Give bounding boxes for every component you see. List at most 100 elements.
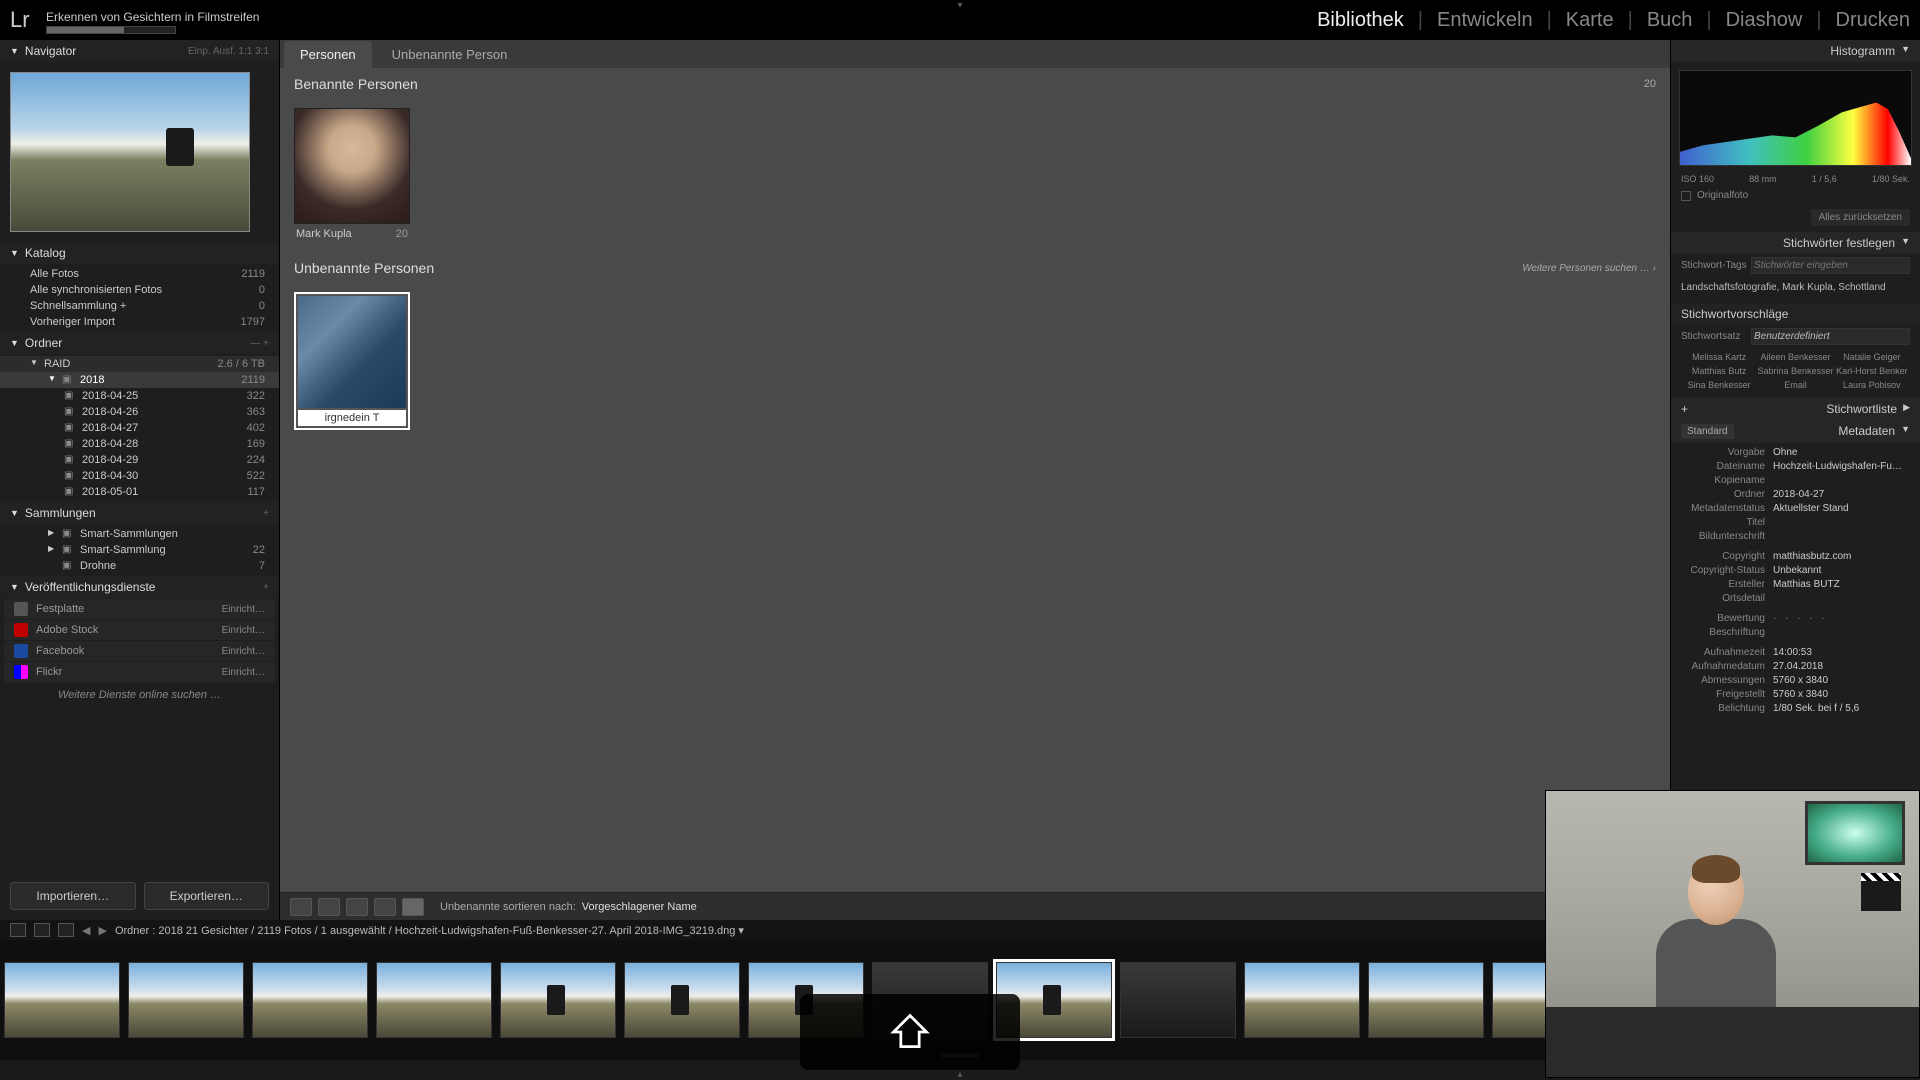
folder-date[interactable]: ▣2018-04-28169 bbox=[0, 436, 279, 452]
module-map[interactable]: Karte bbox=[1566, 9, 1614, 32]
collection-item[interactable]: ▶▣Smart-Sammlungen bbox=[0, 526, 279, 542]
publish-flickr[interactable]: FlickrEinricht… bbox=[4, 662, 275, 682]
disclosure-triangle-icon: ▼ bbox=[10, 338, 19, 348]
bottom-panel-handle[interactable]: ▴ bbox=[957, 1069, 962, 1080]
filmstrip-path[interactable]: Ordner : 2018 21 Gesichter / 2119 Fotos … bbox=[115, 924, 744, 937]
folder-date[interactable]: ▣2018-04-29224 bbox=[0, 452, 279, 468]
keywords-text[interactable]: Landschaftsfotografie, Mark Kupla, Schot… bbox=[1671, 277, 1920, 303]
catalog-list: Alle Fotos2119 Alle synchronisierten Fot… bbox=[0, 264, 279, 332]
keyword-suggestion[interactable]: Aileen Benkesser bbox=[1757, 350, 1833, 364]
catalog-previous-import[interactable]: Vorheriger Import1797 bbox=[0, 314, 279, 330]
collections-add[interactable]: + bbox=[263, 508, 269, 519]
unnamed-search-link[interactable]: Weitere Personen suchen … › bbox=[1522, 263, 1656, 274]
person-card[interactable]: Mark Kupla 20 bbox=[294, 108, 410, 244]
filmstrip-thumb[interactable] bbox=[500, 962, 616, 1038]
module-develop[interactable]: Entwickeln bbox=[1437, 9, 1533, 32]
keyword-suggestion[interactable]: Melissa Kartz bbox=[1681, 350, 1757, 364]
metadata-header[interactable]: Standard Metadaten▼ bbox=[1671, 420, 1920, 443]
view-loupe-button[interactable] bbox=[318, 898, 340, 916]
publish-harddrive[interactable]: FestplatteEinricht… bbox=[4, 599, 275, 619]
import-button[interactable]: Importieren… bbox=[10, 882, 136, 910]
filmstrip-thumb[interactable] bbox=[376, 962, 492, 1038]
module-slideshow[interactable]: Diashow bbox=[1726, 9, 1803, 32]
view-survey-button[interactable] bbox=[374, 898, 396, 916]
reset-all-button[interactable]: Alles zurücksetzen bbox=[1811, 209, 1910, 226]
module-print[interactable]: Drucken bbox=[1836, 9, 1910, 32]
folder-date[interactable]: ▣2018-04-26363 bbox=[0, 404, 279, 420]
filmstrip-thumb[interactable] bbox=[252, 962, 368, 1038]
catalog-synced-photos[interactable]: Alle synchronisierten Fotos0 bbox=[0, 282, 279, 298]
unnamed-person-name-input[interactable] bbox=[300, 412, 404, 424]
navigator-preview[interactable] bbox=[0, 62, 279, 242]
export-button[interactable]: Exportieren… bbox=[144, 882, 270, 910]
publish-header[interactable]: ▼ Veröffentlichungsdienste + bbox=[0, 576, 279, 598]
nav-back-button[interactable]: ◀ bbox=[82, 924, 90, 937]
folder-date[interactable]: ▣2018-04-27402 bbox=[0, 420, 279, 436]
view-compare-button[interactable] bbox=[346, 898, 368, 916]
keyword-suggestion[interactable]: Natalie Geiger bbox=[1834, 350, 1910, 364]
keypress-overlay bbox=[800, 994, 1020, 1070]
top-panel-handle[interactable]: ▾ bbox=[957, 0, 962, 11]
collections-header[interactable]: ▼ Sammlungen + bbox=[0, 502, 279, 524]
second-monitor-1-button[interactable] bbox=[10, 923, 26, 937]
folder-date[interactable]: ▣2018-05-01117 bbox=[0, 484, 279, 500]
publish-adobestock[interactable]: Adobe StockEinricht… bbox=[4, 620, 275, 640]
keyword-tags-input[interactable] bbox=[1751, 257, 1910, 274]
keyword-suggestion[interactable]: Karl-Horst Benker bbox=[1834, 364, 1910, 378]
filmstrip-thumb[interactable] bbox=[1120, 962, 1236, 1038]
publish-facebook[interactable]: FacebookEinricht… bbox=[4, 641, 275, 661]
unnamed-people-header[interactable]: Unbenannte Personen Weitere Personen suc… bbox=[280, 252, 1670, 284]
folder-date[interactable]: ▣2018-04-25322 bbox=[0, 388, 279, 404]
keyword-suggestions-header[interactable]: Stichwortvorschläge bbox=[1671, 303, 1920, 325]
grid-view-button[interactable] bbox=[58, 923, 74, 937]
folders-actions[interactable]: — + bbox=[250, 338, 269, 349]
keyword-suggestion[interactable]: Email bbox=[1757, 378, 1833, 392]
filmstrip-thumb[interactable] bbox=[4, 962, 120, 1038]
navigator-header[interactable]: ▼ Navigator Einp. Ausf. 1:1 3:1 bbox=[0, 40, 279, 62]
module-library[interactable]: Bibliothek bbox=[1317, 9, 1404, 32]
metadata-row: Bewertung· · · · · bbox=[1671, 611, 1920, 625]
navigator-preview-image bbox=[10, 72, 250, 232]
nav-forward-button[interactable]: ▶ bbox=[98, 924, 106, 937]
filmstrip-thumb[interactable] bbox=[1244, 962, 1360, 1038]
folder-volume[interactable]: ▼RAID2.6 / 6 TB bbox=[0, 356, 279, 372]
second-monitor-2-button[interactable] bbox=[34, 923, 50, 937]
navigator-zoom-modes[interactable]: Einp. Ausf. 1:1 3:1 bbox=[188, 46, 269, 57]
keyword-suggestion[interactable]: Laura Pobisov bbox=[1834, 378, 1910, 392]
publish-more-link[interactable]: Weitere Dienste online suchen … bbox=[0, 683, 279, 707]
view-people-button[interactable] bbox=[402, 898, 424, 916]
keyword-suggestion[interactable]: Sabrina Benkesser bbox=[1757, 364, 1833, 378]
tab-people[interactable]: Personen bbox=[284, 41, 372, 68]
tab-unnamed-person[interactable]: Unbenannte Person bbox=[376, 41, 524, 68]
publish-add[interactable]: + bbox=[263, 582, 269, 593]
checkbox-icon[interactable] bbox=[1681, 191, 1691, 201]
module-book[interactable]: Buch bbox=[1647, 9, 1693, 32]
named-people-count: 20 bbox=[1644, 78, 1656, 90]
top-bar: Lr Erkennen von Gesichtern in Filmstreif… bbox=[0, 0, 1920, 40]
unnamed-person-card[interactable] bbox=[294, 292, 410, 430]
folders-header[interactable]: ▼ Ordner — + bbox=[0, 332, 279, 354]
named-people-header[interactable]: Benannte Personen 20 bbox=[280, 68, 1670, 100]
folder-year[interactable]: ▼▣20182119 bbox=[0, 372, 279, 388]
folder-date[interactable]: ▣2018-04-30522 bbox=[0, 468, 279, 484]
histogram-header[interactable]: Histogramm▼ bbox=[1671, 40, 1920, 62]
collection-item[interactable]: ▣Drohne7 bbox=[0, 558, 279, 574]
filmstrip-thumb[interactable] bbox=[128, 962, 244, 1038]
catalog-header[interactable]: ▼ Katalog bbox=[0, 242, 279, 264]
keyword-list-header[interactable]: +Stichwortliste▶ bbox=[1671, 398, 1920, 420]
filmstrip-thumb[interactable] bbox=[1368, 962, 1484, 1038]
keyword-suggestion[interactable]: Sina Benkesser bbox=[1681, 378, 1757, 392]
keywords-header[interactable]: Stichwörter festlegen▼ bbox=[1671, 232, 1920, 254]
catalog-all-photos[interactable]: Alle Fotos2119 bbox=[0, 266, 279, 282]
keyword-suggestion[interactable]: Matthias Butz bbox=[1681, 364, 1757, 378]
filmstrip-thumb[interactable] bbox=[624, 962, 740, 1038]
catalog-quick-collection[interactable]: Schnellsammlung +0 bbox=[0, 298, 279, 314]
keyword-set-select[interactable] bbox=[1751, 328, 1910, 345]
collection-item[interactable]: ▶▣Smart-Sammlung22 bbox=[0, 542, 279, 558]
disclosure-triangle-icon: ▼ bbox=[10, 508, 19, 518]
metadata-mode-select[interactable]: Standard bbox=[1681, 424, 1734, 439]
view-grid-button[interactable] bbox=[290, 898, 312, 916]
original-photo-row[interactable]: Originalfoto bbox=[1671, 188, 1920, 207]
histogram[interactable] bbox=[1679, 70, 1912, 166]
sort-value[interactable]: Vorgeschlagener Name bbox=[582, 901, 697, 913]
